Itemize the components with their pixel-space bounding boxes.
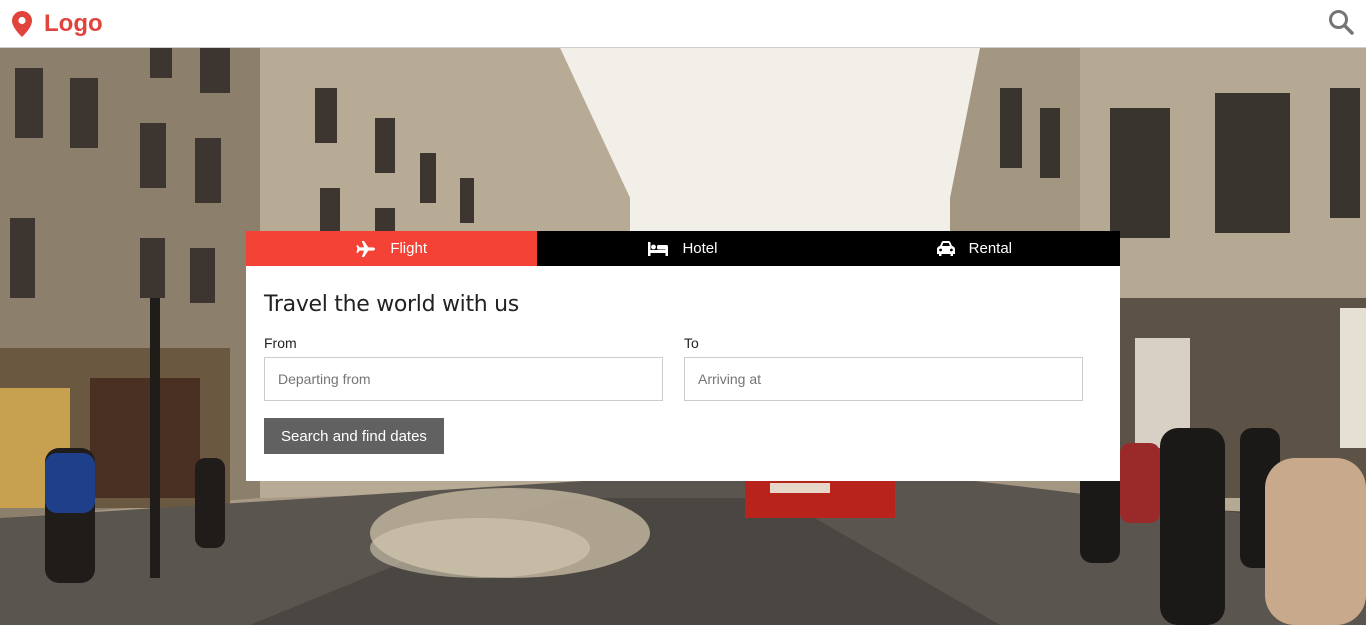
travel-search-card: Flight Hotel Rental Travel the world wit…	[246, 231, 1120, 481]
logo-text: Logo	[44, 10, 103, 37]
search-and-find-dates-button[interactable]: Search and find dates	[264, 418, 444, 454]
tab-flight[interactable]: Flight	[246, 231, 538, 266]
from-field-group: From	[264, 335, 663, 401]
to-label: To	[684, 335, 699, 351]
search-fields-row: From To	[264, 335, 1102, 401]
search-icon	[1328, 9, 1354, 40]
car-icon	[936, 241, 955, 256]
logo-link[interactable]: Logo	[12, 9, 103, 39]
to-field-group: To	[684, 335, 1083, 401]
top-navigation-bar: Logo	[0, 0, 1366, 48]
tab-hotel[interactable]: Hotel	[537, 231, 828, 266]
departing-from-input[interactable]	[264, 357, 663, 401]
plane-icon	[356, 240, 376, 257]
from-label: From	[264, 335, 297, 351]
search-button[interactable]	[1326, 9, 1356, 39]
tab-hotel-label: Hotel	[682, 240, 718, 257]
tab-rental[interactable]: Rental	[829, 231, 1120, 266]
search-form: Travel the world with us From To Search …	[246, 266, 1120, 454]
tab-rental-label: Rental	[968, 240, 1012, 257]
bed-icon	[648, 241, 669, 256]
map-marker-icon	[12, 11, 32, 37]
search-form-title: Travel the world with us	[264, 292, 519, 317]
tab-flight-label: Flight	[390, 240, 427, 257]
travel-type-tabs: Flight Hotel Rental	[246, 231, 1120, 266]
arriving-at-input[interactable]	[684, 357, 1083, 401]
